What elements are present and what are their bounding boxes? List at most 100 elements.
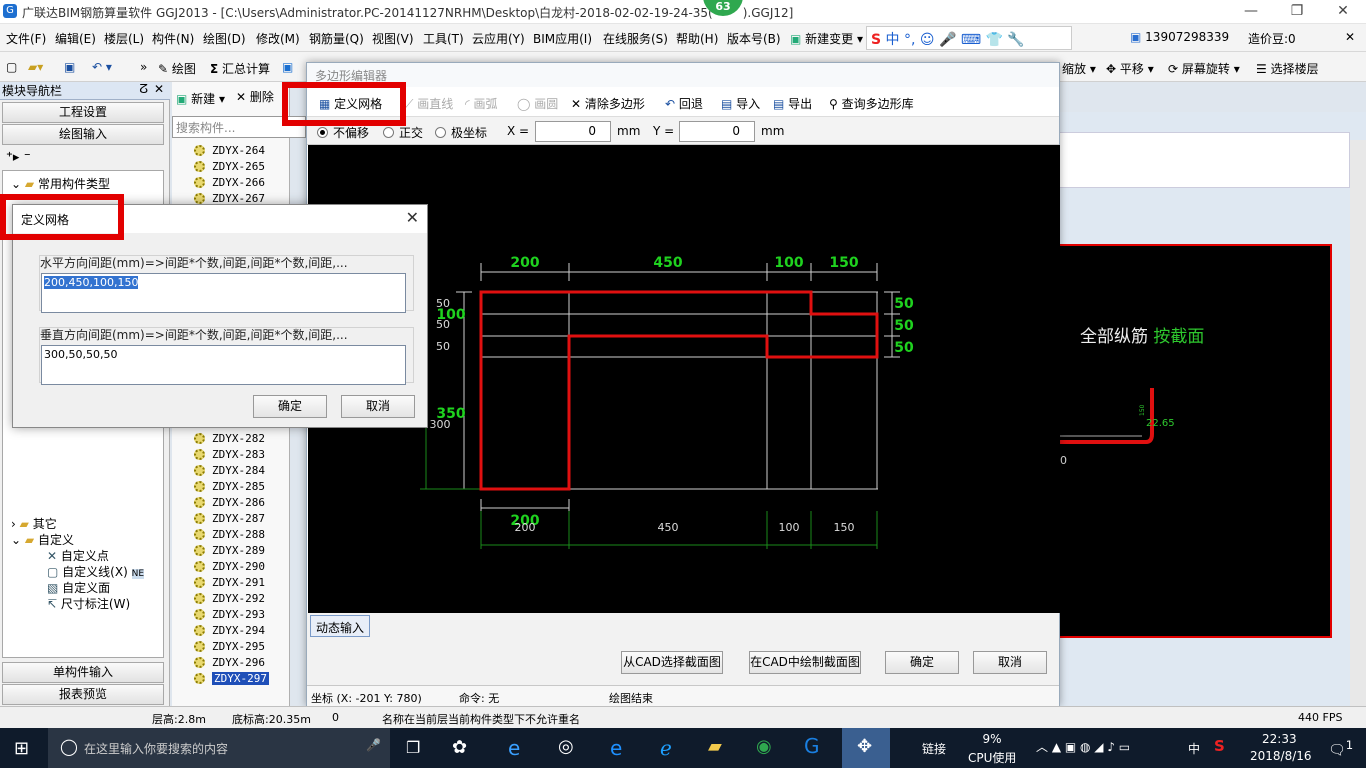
undo-icon[interactable]: ↶ ▾ (92, 60, 112, 74)
new-file-icon[interactable]: ▢ (6, 60, 17, 74)
menu-new-change[interactable]: ▣ 新建变更 ▾ (790, 30, 863, 47)
menu-cloud[interactable]: 云应用(Y) (472, 30, 525, 47)
open-folder-icon[interactable]: ▰▾ (28, 60, 43, 74)
menu-bim[interactable]: BIM应用(I) (533, 30, 592, 47)
section-canvas[interactable]: 全部纵筋 按截面 150 22.65 0 (1058, 244, 1332, 638)
taskbar-search[interactable]: ◯ 在这里输入你要搜索的内容 🎤 (48, 728, 390, 768)
import-button[interactable]: ▤ 导入 (721, 95, 760, 112)
glodon-icon[interactable]: G (804, 734, 820, 758)
close-icon[interactable]: ✕ (1320, 0, 1366, 24)
tray-icons[interactable]: ︿ ▲ ▣ ◍ ◢ ♪ ▭ (1036, 738, 1130, 755)
list-item[interactable]: ZDYX-294 (194, 624, 265, 637)
browser-icon[interactable]: e (508, 736, 520, 760)
dynamic-input-toggle[interactable]: 动态输入 (310, 615, 371, 637)
fan-app-icon[interactable]: ✿ (452, 737, 467, 758)
ortho-radio[interactable]: 正交 (383, 124, 423, 141)
green-app-icon[interactable]: ◉ (756, 736, 772, 757)
draw-in-cad-button[interactable]: 在CAD中绘制截面图 (749, 651, 861, 674)
clock-date[interactable]: 2018/8/16 (1250, 749, 1312, 763)
new-component-button[interactable]: ▣ 新建 ▾ (176, 90, 225, 107)
notification-icon[interactable]: 🗨1 (1328, 738, 1353, 759)
polar-radio[interactable]: 极坐标 (435, 124, 487, 141)
menu-file[interactable]: 文件(F) (6, 30, 46, 47)
undo-button[interactable]: ↶ 回退 (665, 95, 703, 112)
expand-collapse-icons[interactable]: ⁺▸ ⁻ (6, 150, 31, 165)
rotate-button[interactable]: ⟳ 屏幕旋转 ▾ (1168, 60, 1240, 77)
list-item[interactable]: ZDYX-293 (194, 608, 265, 621)
sogou-tray-icon[interactable]: S (1214, 737, 1225, 755)
list-item[interactable]: ZDYX-286 (194, 496, 265, 509)
tree-common-types[interactable]: ⌄ ▰ 常用构件类型 (11, 175, 110, 192)
project-settings-button[interactable]: 工程设置 (2, 102, 164, 123)
draw-circle-button[interactable]: ◯ 画圆 (517, 95, 558, 112)
tree-custom-face[interactable]: ▧ 自定义面 (47, 579, 110, 596)
menu-draw[interactable]: 绘图(D) (203, 30, 246, 47)
restore-icon[interactable]: ❐ (1274, 0, 1320, 24)
delete-component-button[interactable]: ✕ 删除 (236, 88, 274, 105)
menu-rebar[interactable]: 钢筋量(Q) (309, 30, 364, 47)
list-item[interactable]: ZDYX-282 (194, 432, 265, 445)
y-input[interactable]: 0 (679, 121, 755, 142)
tree-custom[interactable]: ⌄ ▰ 自定义 (11, 531, 74, 548)
menu-component[interactable]: 构件(N) (152, 30, 194, 47)
list-item[interactable]: ZDYX-292 (194, 592, 265, 605)
vertical-spacing-input[interactable]: 300,50,50,50 (41, 345, 406, 385)
menu-view[interactable]: 视图(V) (372, 30, 414, 47)
account-phone[interactable]: ▣ 13907298339 (1130, 30, 1229, 44)
query-polygon-library-button[interactable]: ⚲ 查询多边形库 (829, 95, 914, 112)
list-item[interactable]: ZDYX-291 (194, 576, 265, 589)
tree-custom-line[interactable]: ▢ 自定义线(X) NE (47, 563, 145, 580)
export-button[interactable]: ▤ 导出 (773, 95, 812, 112)
draw-arc-button[interactable]: ◜ 画弧 (465, 95, 498, 112)
ie-icon[interactable]: ℯ (660, 736, 672, 760)
menu-more-icon[interactable]: ✕ (1345, 30, 1355, 44)
horizontal-spacing-input[interactable]: 200,450,100,150 (41, 273, 406, 313)
list-item[interactable]: ZDYX-289 (194, 544, 265, 557)
select-floor-button[interactable]: ☰ 选择楼层 (1256, 60, 1319, 77)
task-view-icon[interactable]: ❐ (406, 738, 420, 757)
view-icon[interactable]: ▣ (282, 60, 293, 74)
minimize-icon[interactable]: — (1228, 0, 1274, 24)
menu-online[interactable]: 在线服务(S) (603, 30, 668, 47)
list-item[interactable]: ZDYX-285 (194, 480, 265, 493)
no-offset-radio[interactable]: 不偏移 (317, 124, 369, 141)
report-preview-button[interactable]: 报表预览 (2, 684, 164, 705)
list-item[interactable]: ZDYX-265 (194, 160, 265, 173)
single-component-input-button[interactable]: 单构件输入 (2, 662, 164, 683)
active-app-icon[interactable]: ✥ (842, 728, 890, 768)
edge-icon[interactable]: e (610, 736, 622, 760)
tray-link[interactable]: 链接 (922, 740, 946, 757)
menu-modify[interactable]: 修改(M) (256, 30, 300, 47)
tree-custom-point[interactable]: ✕ 自定义点 (47, 547, 109, 564)
app-icon[interactable]: ◎ (558, 736, 574, 757)
draw-button[interactable]: ✎ 绘图 (158, 60, 196, 77)
more-tools-icon[interactable]: » (140, 60, 147, 74)
x-input[interactable]: 0 (535, 121, 611, 142)
tree-dimension[interactable]: ↸ 尺寸标注(W) (47, 595, 130, 612)
select-from-cad-button[interactable]: 从CAD选择截面图 (621, 651, 723, 674)
windows-start-icon[interactable]: ⊞ (14, 738, 29, 759)
menu-tools[interactable]: 工具(T) (423, 30, 464, 47)
menu-version[interactable]: 版本号(B) (727, 30, 781, 47)
draw-line-button[interactable]: ⟋ 画直线 (405, 95, 453, 112)
zoom-button[interactable]: 缩放 ▾ (1062, 60, 1096, 77)
list-item[interactable]: ZDYX-264 (194, 144, 265, 157)
menu-edit[interactable]: 编辑(E) (55, 30, 96, 47)
save-icon[interactable]: ▣ (64, 60, 75, 74)
summary-calc-button[interactable]: Σ 汇总计算 (210, 60, 270, 77)
list-item[interactable]: ZDYX-284 (194, 464, 265, 477)
list-item[interactable]: ZDYX-295 (194, 640, 265, 653)
editor-cancel-button[interactable]: 取消 (973, 651, 1047, 674)
clear-polygon-button[interactable]: ✕ 清除多边形 (571, 95, 645, 112)
ime-indicator[interactable]: 中 (1188, 740, 1200, 757)
menu-help[interactable]: 帮助(H) (676, 30, 718, 47)
list-item[interactable]: ZDYX-266 (194, 176, 265, 189)
tree-other[interactable]: › ▰ 其它 (11, 515, 57, 532)
ime-toolbar[interactable]: S 中 °, ☺ 🎤 ⌨ 👕 🔧 (866, 26, 1072, 50)
list-item-selected[interactable]: ZDYX-297 (194, 672, 269, 685)
list-item[interactable]: ZDYX-287 (194, 512, 265, 525)
menu-floor[interactable]: 楼层(L) (104, 30, 144, 47)
dialog-cancel-button[interactable]: 取消 (341, 395, 415, 418)
close-nav-icon[interactable]: ✕ (154, 82, 164, 96)
list-item[interactable]: ZDYX-296 (194, 656, 265, 669)
